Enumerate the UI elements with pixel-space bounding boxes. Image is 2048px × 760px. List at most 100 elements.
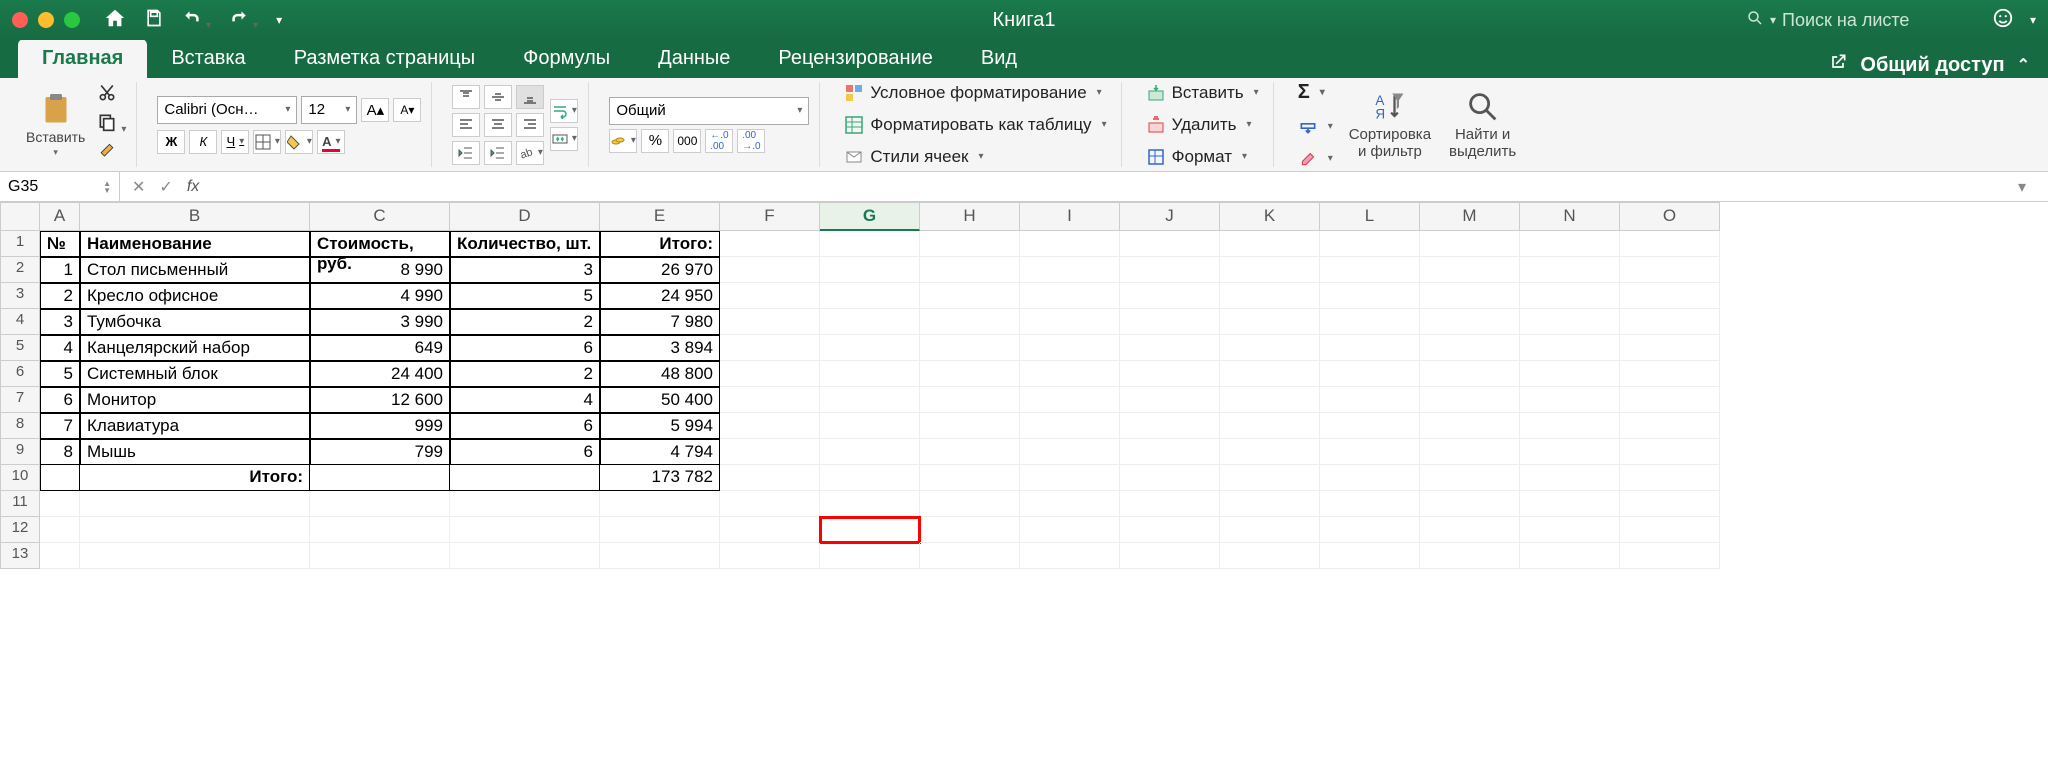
row-header-11[interactable]: 11 bbox=[0, 491, 40, 517]
cell-H2[interactable] bbox=[920, 257, 1020, 283]
cell-H11[interactable] bbox=[920, 491, 1020, 517]
cell-L4[interactable] bbox=[1320, 309, 1420, 335]
cell-O4[interactable] bbox=[1620, 309, 1720, 335]
cell-E5[interactable]: 3 894 bbox=[600, 335, 720, 361]
cell-A3[interactable]: 2 bbox=[40, 283, 80, 309]
home-icon[interactable] bbox=[104, 7, 126, 34]
cell-L8[interactable] bbox=[1320, 413, 1420, 439]
cell-J11[interactable] bbox=[1120, 491, 1220, 517]
cell-B4[interactable]: Тумбочка bbox=[80, 309, 310, 335]
cell-C10[interactable] bbox=[310, 465, 450, 491]
cell-C2[interactable]: 8 990 bbox=[310, 257, 450, 283]
cell-M1[interactable] bbox=[1420, 231, 1520, 257]
autosum-icon[interactable]: Σ bbox=[1294, 79, 1337, 106]
sort-filter-button[interactable]: АЯ Сортировка и фильтр bbox=[1343, 87, 1437, 162]
chevron-down-icon[interactable]: ▾ bbox=[2030, 13, 2036, 27]
cell-A10[interactable] bbox=[40, 465, 80, 491]
row-header-2[interactable]: 2 bbox=[0, 257, 40, 283]
row-header-3[interactable]: 3 bbox=[0, 283, 40, 309]
cell-C4[interactable]: 3 990 bbox=[310, 309, 450, 335]
cell-B12[interactable] bbox=[80, 517, 310, 543]
col-header-B[interactable]: B bbox=[80, 202, 310, 231]
cell-J9[interactable] bbox=[1120, 439, 1220, 465]
tab-вид[interactable]: Вид bbox=[957, 39, 1041, 78]
cell-J12[interactable] bbox=[1120, 517, 1220, 543]
cell-H6[interactable] bbox=[920, 361, 1020, 387]
cell-E8[interactable]: 5 994 bbox=[600, 413, 720, 439]
tab-разметка-страницы[interactable]: Разметка страницы bbox=[270, 39, 499, 78]
cell-F6[interactable] bbox=[720, 361, 820, 387]
spreadsheet-grid[interactable]: ABCDEFGHIJKLMNO1№НаименованиеСтоимость, … bbox=[0, 202, 2048, 569]
cell-K12[interactable] bbox=[1220, 517, 1320, 543]
cell-N10[interactable] bbox=[1520, 465, 1620, 491]
cell-I6[interactable] bbox=[1020, 361, 1120, 387]
cell-M4[interactable] bbox=[1420, 309, 1520, 335]
cell-E12[interactable] bbox=[600, 517, 720, 543]
redo-icon[interactable] bbox=[229, 8, 258, 33]
cell-N13[interactable] bbox=[1520, 543, 1620, 569]
cell-G6[interactable] bbox=[820, 361, 920, 387]
row-header-8[interactable]: 8 bbox=[0, 413, 40, 439]
cell-E2[interactable]: 26 970 bbox=[600, 257, 720, 283]
cell-D11[interactable] bbox=[450, 491, 600, 517]
delete-cells-button[interactable]: Удалить bbox=[1142, 113, 1263, 137]
expand-formula-bar-icon[interactable]: ▾ bbox=[2018, 177, 2036, 197]
select-all-corner[interactable] bbox=[0, 202, 40, 231]
cell-F2[interactable] bbox=[720, 257, 820, 283]
cell-A6[interactable]: 5 bbox=[40, 361, 80, 387]
cell-H8[interactable] bbox=[920, 413, 1020, 439]
cell-N3[interactable] bbox=[1520, 283, 1620, 309]
cell-N5[interactable] bbox=[1520, 335, 1620, 361]
cell-K1[interactable] bbox=[1220, 231, 1320, 257]
paste-button[interactable]: Вставить ▾ bbox=[20, 89, 91, 160]
close-window[interactable] bbox=[12, 12, 28, 28]
cell-I1[interactable] bbox=[1020, 231, 1120, 257]
cell-N9[interactable] bbox=[1520, 439, 1620, 465]
number-format-select[interactable]: Общий▾ bbox=[609, 97, 809, 125]
col-header-M[interactable]: M bbox=[1420, 202, 1520, 231]
merge-cells-icon[interactable] bbox=[550, 127, 578, 151]
cell-A4[interactable]: 3 bbox=[40, 309, 80, 335]
font-name-select[interactable]: Calibri (Осн…▾ bbox=[157, 96, 297, 124]
cell-K6[interactable] bbox=[1220, 361, 1320, 387]
cell-H13[interactable] bbox=[920, 543, 1020, 569]
cell-F9[interactable] bbox=[720, 439, 820, 465]
cell-G9[interactable] bbox=[820, 439, 920, 465]
cell-L10[interactable] bbox=[1320, 465, 1420, 491]
cell-D7[interactable]: 4 bbox=[450, 387, 600, 413]
tab-формулы[interactable]: Формулы bbox=[499, 39, 634, 78]
cell-H9[interactable] bbox=[920, 439, 1020, 465]
cell-J2[interactable] bbox=[1120, 257, 1220, 283]
cell-N12[interactable] bbox=[1520, 517, 1620, 543]
align-center-icon[interactable] bbox=[484, 113, 512, 137]
cell-O11[interactable] bbox=[1620, 491, 1720, 517]
underline-button[interactable]: Ч bbox=[221, 130, 249, 154]
col-header-L[interactable]: L bbox=[1320, 202, 1420, 231]
conditional-formatting-button[interactable]: Условное форматирование bbox=[840, 81, 1110, 105]
col-header-J[interactable]: J bbox=[1120, 202, 1220, 231]
cell-I5[interactable] bbox=[1020, 335, 1120, 361]
col-header-F[interactable]: F bbox=[720, 202, 820, 231]
cell-C8[interactable]: 999 bbox=[310, 413, 450, 439]
collapse-ribbon-icon[interactable]: ⌃ bbox=[2017, 55, 2030, 75]
cell-B2[interactable]: Стол письменный bbox=[80, 257, 310, 283]
cell-K13[interactable] bbox=[1220, 543, 1320, 569]
cell-B13[interactable] bbox=[80, 543, 310, 569]
cell-L6[interactable] bbox=[1320, 361, 1420, 387]
cell-B3[interactable]: Кресло офисное bbox=[80, 283, 310, 309]
cell-G12[interactable] bbox=[820, 517, 920, 543]
cell-O1[interactable] bbox=[1620, 231, 1720, 257]
cancel-formula-icon[interactable]: ✕ bbox=[132, 177, 145, 197]
cell-F3[interactable] bbox=[720, 283, 820, 309]
cell-I9[interactable] bbox=[1020, 439, 1120, 465]
cell-B6[interactable]: Системный блок bbox=[80, 361, 310, 387]
cell-F8[interactable] bbox=[720, 413, 820, 439]
cell-B8[interactable]: Клавиатура bbox=[80, 413, 310, 439]
cell-B10[interactable]: Итого: bbox=[80, 465, 310, 491]
cell-O2[interactable] bbox=[1620, 257, 1720, 283]
cell-J5[interactable] bbox=[1120, 335, 1220, 361]
cell-K8[interactable] bbox=[1220, 413, 1320, 439]
cell-G8[interactable] bbox=[820, 413, 920, 439]
cell-K7[interactable] bbox=[1220, 387, 1320, 413]
cell-A1[interactable]: № bbox=[40, 231, 80, 257]
